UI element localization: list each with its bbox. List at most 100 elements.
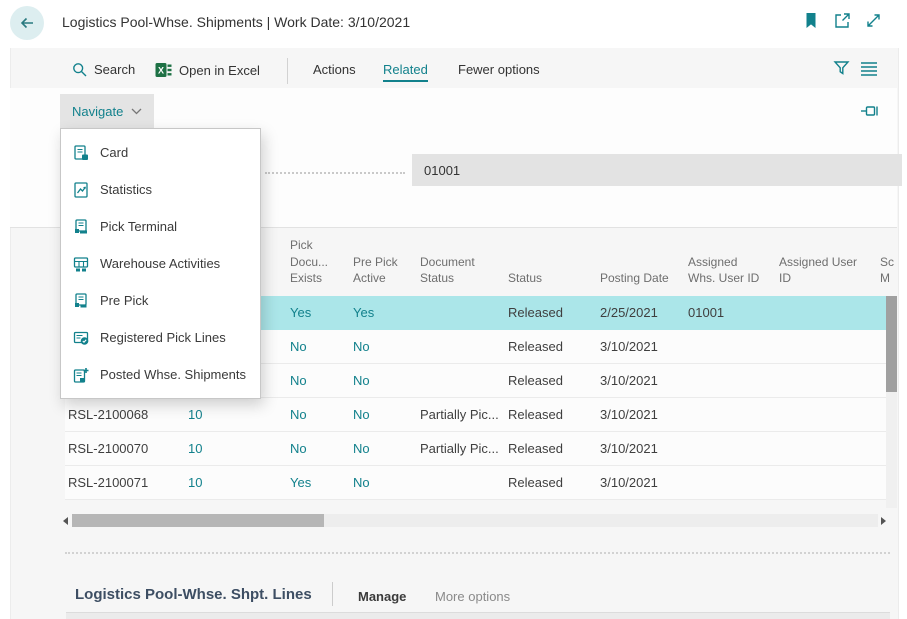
menu-item-label: Pre Pick [100, 293, 148, 308]
hscroll-right-arrow-icon[interactable] [881, 517, 886, 525]
menu-item-pre-pick[interactable]: Pre Pick [61, 282, 260, 319]
related-label: Related [383, 62, 428, 82]
table-row[interactable]: RSL-2100070 10 No No Partially Pic... Re… [65, 432, 887, 466]
cell-pre-pick-active[interactable]: No [353, 330, 370, 363]
menu-item-label: Card [100, 145, 128, 160]
cell-pick-document-exists[interactable]: No [290, 330, 307, 363]
cell-no: RSL-2100070 [68, 432, 148, 465]
back-button[interactable] [10, 6, 44, 40]
hscroll-left-arrow-icon[interactable] [63, 517, 68, 525]
related-menu-button[interactable]: Related [383, 62, 428, 82]
cell-pre-pick-active[interactable]: No [353, 432, 370, 465]
search-button[interactable]: Search [72, 62, 135, 77]
posted-whse-shipments-icon [73, 367, 89, 383]
fewer-options-button[interactable]: Fewer options [458, 62, 540, 77]
cell-assigned-whs-user-id: 01001 [688, 296, 724, 329]
fewer-options-label: Fewer options [458, 62, 540, 77]
search-label: Search [94, 62, 135, 77]
menu-item-label: Statistics [100, 182, 152, 197]
cell-no: RSL-2100071 [68, 466, 148, 499]
menu-item-label: Posted Whse. Shipments [100, 367, 246, 382]
horizontal-scrollbar-thumb[interactable] [72, 514, 324, 527]
actions-menu-button[interactable]: Actions [313, 62, 356, 77]
bookmark-icon[interactable] [803, 12, 821, 30]
open-in-excel-label: Open in Excel [179, 63, 260, 78]
cell-pick-document-exists[interactable]: No [290, 398, 307, 431]
cell-pick-document-exists[interactable]: No [290, 364, 307, 397]
menu-item-label: Registered Pick Lines [100, 330, 226, 345]
manage-menu-button[interactable]: Manage [358, 589, 406, 604]
column-header-pre-pick-active[interactable]: Pre Pick Active [353, 234, 413, 286]
menu-item-pick-terminal[interactable]: Pick Terminal [61, 208, 260, 245]
more-options-button[interactable]: More options [435, 589, 510, 604]
menu-item-statistics[interactable]: Statistics [61, 171, 260, 208]
filter-field-leader [265, 162, 405, 174]
cell-status: Released [508, 364, 563, 397]
cell-pick-document-exists[interactable]: No [290, 432, 307, 465]
menu-item-label: Warehouse Activities [100, 256, 220, 271]
cell-document-status: Partially Pic... [420, 432, 506, 465]
page-title: Logistics Pool-Whse. Shipments | Work Da… [62, 14, 410, 30]
cell-status: Released [508, 330, 563, 363]
cell-posting-date: 2/25/2021 [600, 296, 658, 329]
statistics-icon [73, 182, 89, 198]
card-icon [73, 145, 89, 161]
menu-item-posted-whse-shipments[interactable]: Posted Whse. Shipments [61, 356, 260, 393]
cell-pre-pick-active[interactable]: No [353, 398, 370, 431]
navigate-dropdown-button[interactable]: Navigate [60, 94, 154, 128]
cell-posting-date: 3/10/2021 [600, 364, 658, 397]
actions-label: Actions [313, 62, 356, 77]
pick-terminal-icon [73, 219, 89, 235]
cell-status: Released [508, 466, 563, 499]
list-view-options-icon[interactable] [860, 61, 878, 79]
cell-pick-document-exists[interactable]: Yes [290, 466, 311, 499]
part-title-divider [332, 582, 333, 606]
pin-filter-pane-icon[interactable] [860, 103, 878, 121]
column-header-pick-document-exists[interactable]: Pick Docu... Exists [290, 234, 348, 286]
menu-item-warehouse-activities[interactable]: Warehouse Activities [61, 245, 260, 282]
lines-part-title: Logistics Pool-Whse. Shpt. Lines [75, 586, 312, 603]
cell-pick-document-exists[interactable]: Yes [290, 296, 311, 329]
expand-icon[interactable] [865, 12, 883, 30]
filter-icon[interactable] [833, 60, 851, 78]
vertical-scrollbar-thumb[interactable] [886, 296, 897, 392]
assigned-whs-user-id-filter-input[interactable] [412, 154, 902, 186]
cell-lines-link[interactable]: 10 [188, 398, 202, 431]
table-row[interactable]: RSL-2100068 10 No No Partially Pic... Re… [65, 398, 887, 432]
table-row[interactable]: RSL-2100071 10 Yes No Released 3/10/2021 [65, 466, 887, 500]
excel-icon: X [155, 62, 172, 78]
warehouse-activities-icon [73, 256, 89, 272]
open-in-new-window-icon[interactable] [834, 12, 852, 30]
column-header-assigned-user-id[interactable]: Assigned User ID [779, 234, 871, 286]
menu-item-registered-pick-lines[interactable]: Registered Pick Lines [61, 319, 260, 356]
cell-lines-link[interactable]: 10 [188, 466, 202, 499]
navigate-label: Navigate [72, 104, 123, 119]
cell-pre-pick-active[interactable]: No [353, 466, 370, 499]
search-icon [72, 62, 87, 77]
back-arrow-icon [18, 14, 36, 32]
navigate-dropdown-menu: Card Statistics Pick Terminal Warehouse … [60, 128, 261, 399]
column-header-document-status[interactable]: Document Status [420, 234, 502, 286]
svg-text:X: X [158, 66, 164, 76]
registered-pick-lines-icon [73, 330, 89, 346]
pre-pick-icon [73, 293, 89, 309]
cell-status: Released [508, 432, 563, 465]
menu-item-card[interactable]: Card [61, 134, 260, 171]
column-header-posting-date[interactable]: Posting Date [600, 234, 680, 286]
menu-item-label: Pick Terminal [100, 219, 177, 234]
cell-lines-link[interactable]: 10 [188, 432, 202, 465]
cell-no: RSL-2100068 [68, 398, 148, 431]
cell-posting-date: 3/10/2021 [600, 330, 658, 363]
toolbar-divider [287, 58, 288, 84]
column-header-truncated[interactable]: Sc M [880, 234, 897, 286]
open-in-excel-button[interactable]: X Open in Excel [155, 62, 260, 78]
cell-document-status: Partially Pic... [420, 398, 506, 431]
cell-posting-date: 3/10/2021 [600, 466, 658, 499]
column-header-assigned-whs-user-id[interactable]: Assigned Whs. User ID [688, 234, 772, 286]
warehouse-shipments-page: Logistics Pool-Whse. Shipments | Work Da… [0, 0, 907, 619]
cell-pre-pick-active[interactable]: No [353, 364, 370, 397]
part-dotted-separator [65, 552, 890, 554]
cell-pre-pick-active[interactable]: Yes [353, 296, 374, 329]
cell-status: Released [508, 296, 563, 329]
column-header-status[interactable]: Status [508, 234, 578, 286]
